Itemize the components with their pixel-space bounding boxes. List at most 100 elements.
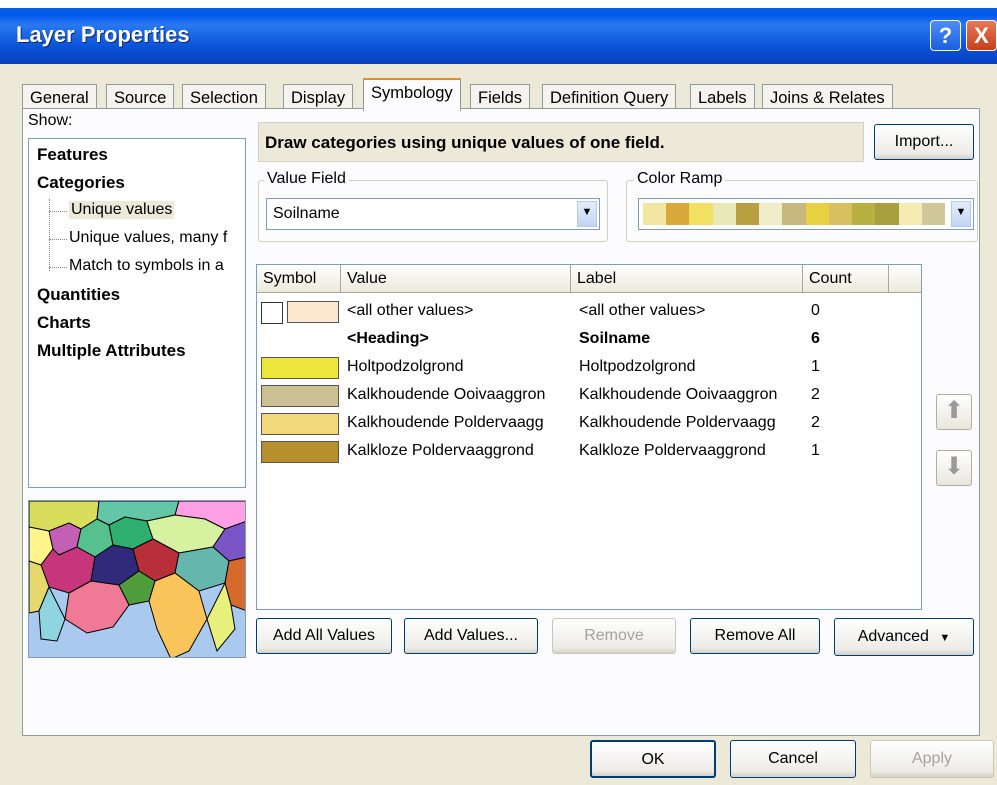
table-row[interactable]: <Heading> Soilname 6 bbox=[257, 327, 921, 354]
count-cell: 6 bbox=[811, 330, 820, 347]
tab-joins-relates[interactable]: Joins & Relates bbox=[762, 84, 893, 110]
show-item-multiple-attributes[interactable]: Multiple Attributes bbox=[37, 341, 186, 361]
show-item-features[interactable]: Features bbox=[37, 145, 108, 165]
chevron-down-icon[interactable]: ▼ bbox=[951, 201, 971, 227]
show-item-unique-values-many[interactable]: Unique values, many f bbox=[69, 229, 227, 247]
value-field-dropdown[interactable]: Soilname ▼ bbox=[266, 198, 600, 230]
remove-button[interactable]: Remove bbox=[552, 618, 676, 654]
color-ramp-swatch bbox=[643, 203, 667, 225]
label-cell[interactable]: Holtpodzolgrond bbox=[579, 358, 696, 376]
tree-line bbox=[49, 267, 67, 268]
cancel-button[interactable]: Cancel bbox=[730, 740, 856, 778]
tab-labels[interactable]: Labels bbox=[690, 84, 755, 110]
column-header-label[interactable]: Label bbox=[571, 265, 803, 293]
tree-line bbox=[49, 239, 67, 240]
tab-display[interactable]: Display bbox=[283, 84, 354, 110]
import-button[interactable]: Import... bbox=[874, 124, 974, 160]
remove-all-button[interactable]: Remove All bbox=[690, 618, 820, 654]
column-header-symbol[interactable]: Symbol bbox=[257, 265, 341, 293]
table-row[interactable]: Holtpodzolgrond Holtpodzolgrond 1 bbox=[257, 355, 921, 382]
color-ramp-swatch bbox=[666, 203, 690, 225]
color-ramp-swatch bbox=[782, 203, 806, 225]
move-up-button[interactable]: ⬆ bbox=[936, 394, 972, 430]
column-header-value[interactable]: Value bbox=[341, 265, 571, 293]
color-ramp-swatch bbox=[828, 203, 853, 225]
renderer-description: Draw categories using unique values of o… bbox=[258, 122, 864, 162]
color-ramp-swatch bbox=[759, 203, 783, 225]
title-bar: Layer Properties ? X bbox=[0, 8, 997, 64]
symbol-swatch[interactable] bbox=[261, 413, 339, 435]
table-row[interactable]: Kalkhoudende Poldervaagg Kalkhoudende Po… bbox=[257, 411, 921, 438]
apply-button[interactable]: Apply bbox=[870, 740, 994, 778]
tree-line bbox=[49, 211, 67, 212]
advanced-button[interactable]: Advanced ▼ bbox=[834, 618, 974, 656]
value-cell: Kalkhoudende Ooivaaggron bbox=[347, 386, 546, 403]
show-item-categories[interactable]: Categories bbox=[37, 173, 125, 193]
value-cell: <all other values> bbox=[347, 302, 474, 319]
label-cell[interactable]: Soilname bbox=[579, 330, 650, 348]
color-ramp-dropdown[interactable]: ▼ bbox=[638, 198, 974, 230]
tab-general[interactable]: General bbox=[22, 84, 97, 110]
ok-button[interactable]: OK bbox=[590, 740, 716, 778]
table-row[interactable]: <all other values> <all other values> 0 bbox=[257, 299, 921, 326]
tab-selection[interactable]: Selection bbox=[182, 84, 266, 110]
color-ramp-swatch bbox=[689, 203, 713, 225]
symbol-swatch[interactable] bbox=[261, 357, 339, 379]
arrow-up-icon: ⬆ bbox=[943, 397, 965, 424]
show-label: Show: bbox=[28, 112, 73, 129]
show-list[interactable]: Features Categories Unique values Unique… bbox=[28, 138, 246, 488]
value-cell: Kalkloze Poldervaaggrond bbox=[347, 442, 534, 459]
color-ramp-swatch bbox=[735, 203, 760, 225]
value-cell: Holtpodzolgrond bbox=[347, 358, 464, 375]
count-cell: 0 bbox=[811, 302, 820, 319]
count-cell: 2 bbox=[811, 414, 820, 431]
color-ramp-swatch bbox=[921, 203, 946, 225]
symbol-swatch[interactable] bbox=[261, 385, 339, 407]
count-cell: 2 bbox=[811, 386, 820, 403]
move-down-button[interactable]: ⬇ bbox=[936, 450, 972, 486]
symbol-swatch[interactable] bbox=[261, 441, 339, 463]
show-item-charts[interactable]: Charts bbox=[37, 313, 91, 333]
row-checkbox[interactable] bbox=[261, 302, 283, 324]
color-ramp-swatch bbox=[712, 203, 736, 225]
tab-source[interactable]: Source bbox=[106, 84, 175, 110]
color-ramp-swatch bbox=[852, 203, 876, 225]
unique-values-table[interactable]: Symbol Value Label Count <all other valu… bbox=[256, 264, 922, 610]
chevron-down-icon[interactable]: ▼ bbox=[577, 201, 597, 227]
show-item-quantities[interactable]: Quantities bbox=[37, 285, 120, 305]
color-ramp-label: Color Ramp bbox=[634, 170, 726, 188]
symbology-preview-map bbox=[28, 500, 246, 658]
tab-definition-query[interactable]: Definition Query bbox=[542, 84, 677, 110]
advanced-label: Advanced bbox=[857, 628, 929, 645]
preview-map-image bbox=[29, 501, 245, 657]
add-values-button[interactable]: Add Values... bbox=[404, 618, 538, 654]
tab-fields[interactable]: Fields bbox=[470, 84, 531, 110]
count-cell: 1 bbox=[811, 358, 820, 375]
help-button[interactable]: ? bbox=[930, 20, 961, 51]
value-field-selected: Soilname bbox=[273, 205, 340, 222]
label-cell[interactable]: Kalkhoudende Poldervaagg bbox=[579, 414, 776, 432]
arrow-down-icon: ⬇ bbox=[943, 453, 965, 480]
count-cell: 1 bbox=[811, 442, 820, 459]
show-item-match-symbols[interactable]: Match to symbols in a bbox=[69, 257, 224, 275]
column-header-count[interactable]: Count bbox=[803, 265, 889, 293]
show-item-unique-values[interactable]: Unique values bbox=[69, 201, 175, 219]
close-button[interactable]: X bbox=[966, 20, 997, 51]
triangle-down-icon: ▼ bbox=[939, 632, 951, 644]
add-all-values-button[interactable]: Add All Values bbox=[256, 618, 392, 654]
value-cell: Kalkhoudende Poldervaagg bbox=[347, 414, 544, 431]
table-row[interactable]: Kalkhoudende Ooivaaggron Kalkhoudende Oo… bbox=[257, 383, 921, 410]
label-cell[interactable]: <all other values> bbox=[579, 302, 705, 320]
tree-line bbox=[49, 199, 50, 271]
color-ramp-swatches bbox=[643, 203, 946, 225]
label-cell[interactable]: Kalkloze Poldervaaggrond bbox=[579, 442, 766, 460]
color-ramp-swatch bbox=[898, 203, 922, 225]
color-ramp-swatch bbox=[875, 203, 899, 225]
color-ramp-swatch bbox=[805, 203, 829, 225]
symbol-swatch[interactable] bbox=[287, 301, 339, 323]
value-field-label: Value Field bbox=[264, 170, 349, 188]
dialog-title: Layer Properties bbox=[16, 22, 190, 47]
tab-symbology[interactable]: Symbology bbox=[363, 78, 461, 111]
label-cell[interactable]: Kalkhoudende Ooivaaggron bbox=[579, 386, 777, 404]
table-row[interactable]: Kalkloze Poldervaaggrond Kalkloze Polder… bbox=[257, 439, 921, 466]
